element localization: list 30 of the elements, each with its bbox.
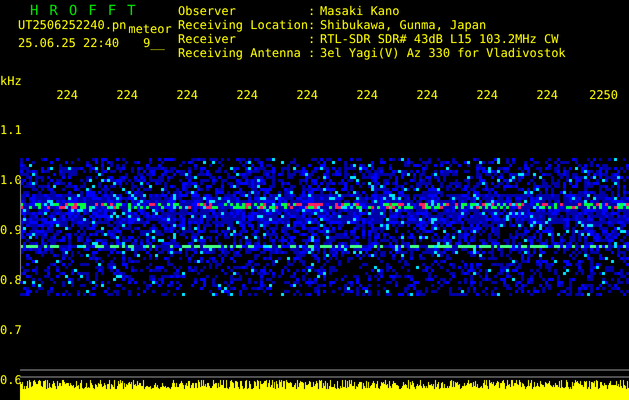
- info-label: Receiver: [178, 32, 237, 46]
- x-axis-label: 224: [115, 88, 139, 102]
- app-title: HROFFT: [30, 4, 148, 18]
- x-axis-label: 224: [295, 88, 319, 102]
- x-axis-label: 224: [235, 88, 259, 102]
- separator-colon: :: [308, 32, 316, 46]
- info-value: Shibukawa, Gunma, Japan: [320, 18, 488, 32]
- count-value: 9__: [143, 36, 165, 50]
- separator-colon: :: [308, 46, 316, 60]
- unit-label: kHz: [0, 74, 22, 88]
- x-axis-label: 224: [475, 88, 499, 102]
- y-axis-label: 1.1: [0, 122, 20, 138]
- x-axis-label: 224: [415, 88, 439, 102]
- separator-colon: :: [308, 4, 316, 18]
- info-label: Receiving Location: [178, 18, 308, 32]
- info-label: Receiving Antenna: [178, 46, 302, 60]
- mode-label: meteor: [128, 22, 172, 36]
- separator-colon: :: [308, 18, 316, 32]
- info-value: 3el Yagi(V) Az 330 for Vladivostok: [320, 46, 566, 60]
- timestamp: 25.06.25 22:40: [18, 36, 120, 50]
- x-axis-label: 2250: [588, 88, 619, 102]
- y-axis-label: 0.7: [0, 322, 20, 338]
- file-name: UT2506252240.pn: [18, 18, 126, 32]
- info-value: Masaki Kano: [320, 4, 400, 18]
- x-axis-label: 224: [355, 88, 379, 102]
- x-axis-label: 224: [535, 88, 559, 102]
- info-value: RTL-SDR SDR# 43dB L15 103.2MHz CW: [320, 32, 560, 46]
- x-axis-label: 224: [175, 88, 199, 102]
- x-axis-label: 224: [55, 88, 79, 102]
- info-label: Observer: [178, 4, 237, 18]
